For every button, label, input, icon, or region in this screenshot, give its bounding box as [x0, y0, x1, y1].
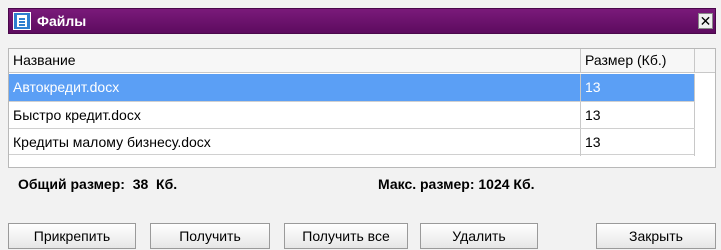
file-name: Быстро кредит.docx: [9, 102, 581, 129]
delete-button[interactable]: Удалить: [420, 223, 538, 249]
column-header-filler: [695, 49, 715, 72]
file-name: Кредиты малому бизнесу.docx: [9, 129, 581, 156]
column-header-size[interactable]: Размер (Кб.): [581, 49, 695, 72]
file-list-icon: [13, 12, 31, 30]
file-size: 13: [581, 129, 695, 156]
column-header-name[interactable]: Название: [9, 49, 581, 72]
window-title: Файлы: [37, 13, 87, 29]
total-size-label: Общий размер: 38 Кб.: [18, 176, 178, 192]
files-table: Название Размер (Кб.) Автокредит.docx 13…: [8, 48, 716, 168]
close-button[interactable]: Закрыть: [596, 223, 716, 249]
table-row[interactable]: Автокредит.docx 13: [9, 74, 695, 101]
table-header: Название Размер (Кб.): [9, 49, 715, 73]
file-size: 13: [581, 74, 695, 101]
get-button[interactable]: Получить: [150, 223, 270, 249]
table-row[interactable]: Быстро кредит.docx 13: [9, 101, 695, 129]
get-all-button[interactable]: Получить все: [284, 223, 408, 249]
title-bar: Файлы ✕: [8, 8, 716, 34]
attach-button[interactable]: Прикрепить: [8, 223, 136, 249]
files-dialog: Файлы ✕ Название Размер (Кб.) Автокредит…: [0, 0, 721, 250]
table-row[interactable]: Кредиты малому бизнесу.docx 13: [9, 128, 695, 156]
close-icon[interactable]: ✕: [698, 13, 713, 29]
file-size: 13: [581, 102, 695, 129]
max-size-label: Макс. размер: 1024 Кб.: [378, 176, 535, 192]
file-name: Автокредит.docx: [9, 74, 581, 101]
